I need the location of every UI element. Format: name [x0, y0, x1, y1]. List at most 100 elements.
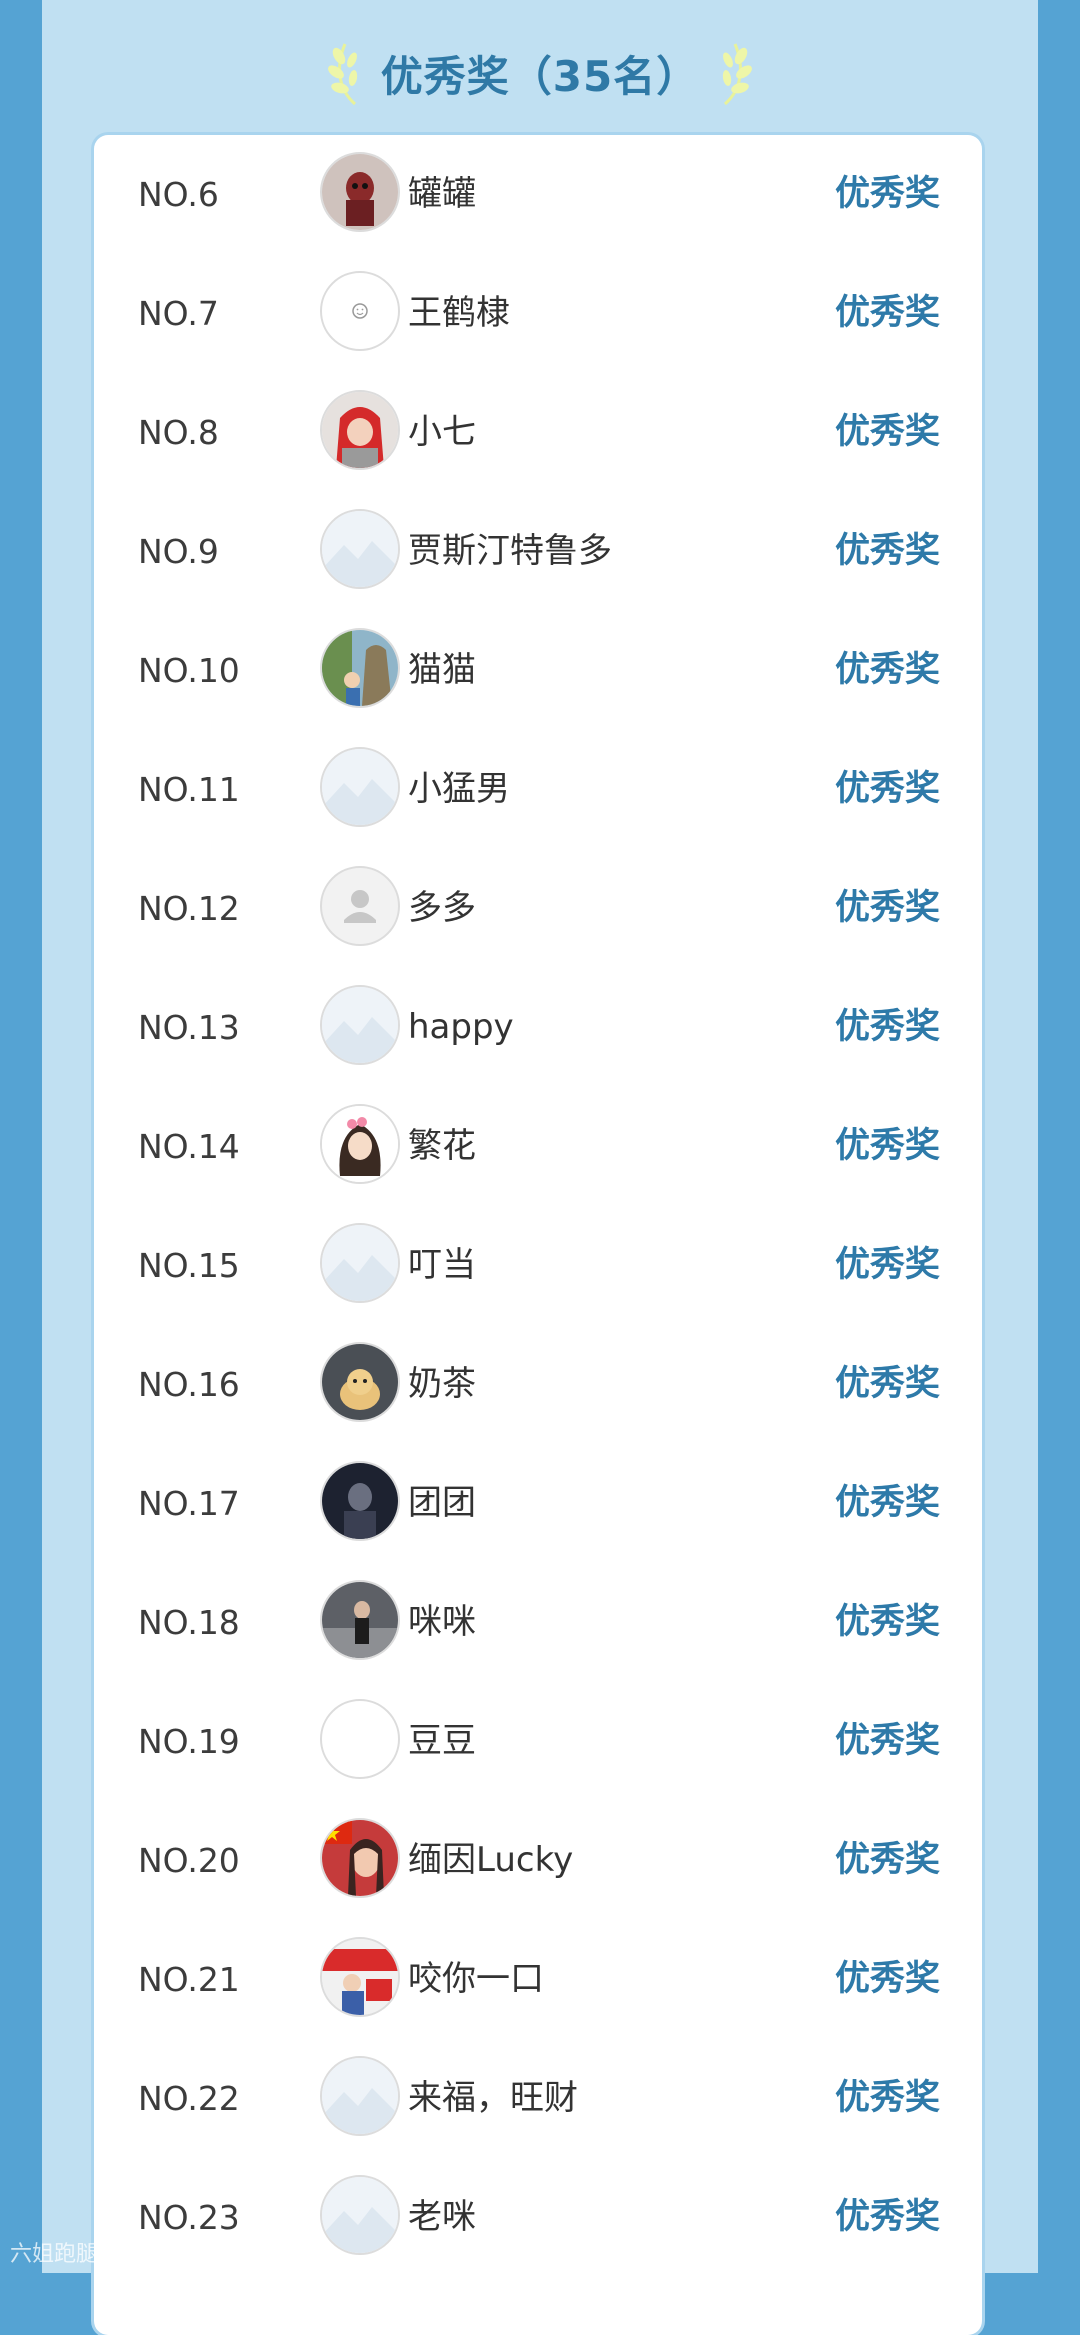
section-title: 优秀奖（35名） [380, 51, 700, 101]
avatar [320, 1223, 400, 1303]
rank-label: NO.11 [138, 770, 240, 809]
avatar-image [322, 392, 398, 468]
avatar [320, 1104, 400, 1184]
avatar [320, 985, 400, 1065]
winner-row: NO.6 罐罐 优秀奖 [94, 135, 982, 254]
winner-name: 小猛男 [408, 769, 510, 809]
avatar-image [322, 154, 398, 230]
award-label: 优秀奖 [834, 650, 940, 690]
award-label: 优秀奖 [834, 174, 940, 214]
avatar [320, 390, 400, 470]
award-label: 优秀奖 [834, 1959, 940, 1999]
rank-label: NO.23 [138, 2198, 240, 2237]
landscape-placeholder-icon [322, 2058, 398, 2134]
winner-row: NO.14 繁花 优秀奖 [94, 1087, 982, 1206]
winner-row: NO.15 叮当 优秀奖 [94, 1206, 982, 1325]
winner-name: 缅因Lucky [408, 1840, 574, 1880]
award-label: 优秀奖 [834, 1483, 940, 1523]
rank-label: NO.12 [138, 889, 240, 928]
landscape-placeholder-icon [322, 749, 398, 825]
award-label: 优秀奖 [834, 2078, 940, 2118]
winner-row: NO.11 小猛男 优秀奖 [94, 730, 982, 849]
landscape-placeholder-icon [322, 987, 398, 1063]
winner-row: NO.18 咪咪 优秀奖 [94, 1563, 982, 1682]
winner-row: NO.7 王鹤棣 优秀奖 [94, 254, 982, 373]
winner-name: 来福，旺财 [408, 2078, 578, 2118]
avatar [320, 1580, 400, 1660]
avatar [320, 1937, 400, 2017]
winner-name: 贾斯汀特鲁多 [408, 531, 612, 571]
winner-row: NO.21 咬你一口 优秀奖 [94, 1920, 982, 2039]
avatar-image [322, 630, 398, 706]
person-placeholder-icon [344, 890, 376, 923]
avatar-image [322, 1106, 398, 1182]
award-label: 优秀奖 [834, 888, 940, 928]
award-label: 优秀奖 [834, 1602, 940, 1642]
award-panel: 优秀奖（35名） NO.6 罐罐 优秀奖 NO.7 王鹤棣 优秀奖 NO.8 小… [42, 0, 1038, 2335]
section-header: 优秀奖（35名） [42, 28, 1038, 118]
winner-name: happy [408, 1007, 514, 1047]
award-label: 优秀奖 [834, 1245, 940, 1285]
award-label: 优秀奖 [834, 769, 940, 809]
rank-label: NO.10 [138, 651, 240, 690]
rank-label: NO.9 [138, 532, 219, 571]
winner-name: 老咪 [408, 2197, 476, 2237]
winner-row: NO.13 happy 优秀奖 [94, 968, 982, 1087]
winner-row: NO.20 缅因Lucky 优秀奖 [94, 1801, 982, 1920]
avatar-image [322, 1582, 398, 1658]
winner-name: 小七 [408, 412, 476, 452]
winner-row: NO.17 团团 优秀奖 [94, 1444, 982, 1563]
winner-row: NO.12 多多 优秀奖 [94, 849, 982, 968]
award-label: 优秀奖 [834, 2197, 940, 2237]
avatar-image [322, 1939, 398, 2015]
landscape-placeholder-icon [322, 2177, 398, 2253]
winner-name: 猫猫 [408, 650, 476, 690]
winner-name: 咬你一口 [408, 1959, 544, 1999]
award-label: 优秀奖 [834, 1126, 940, 1166]
avatar-image [322, 1820, 398, 1896]
winner-row: NO.19 豆豆 优秀奖 [94, 1682, 982, 1801]
winner-row: NO.9 贾斯汀特鲁多 优秀奖 [94, 492, 982, 611]
rank-label: NO.13 [138, 1008, 240, 1047]
award-label: 优秀奖 [834, 1840, 940, 1880]
winner-name: 叮当 [408, 1245, 476, 1285]
avatar [320, 628, 400, 708]
rank-label: NO.6 [138, 175, 219, 214]
rank-label: NO.18 [138, 1603, 240, 1642]
award-label: 优秀奖 [834, 293, 940, 333]
avatar-image [322, 1344, 398, 1420]
rank-label: NO.21 [138, 1960, 240, 1999]
winner-name: 团团 [408, 1483, 476, 1523]
award-label: 优秀奖 [834, 1364, 940, 1404]
award-label: 优秀奖 [834, 1721, 940, 1761]
avatar [320, 152, 400, 232]
winner-name: 多多 [408, 888, 476, 928]
avatar [320, 1461, 400, 1541]
winner-row: NO.16 奶茶 优秀奖 [94, 1325, 982, 1444]
avatar [320, 866, 400, 946]
landscape-placeholder-icon [322, 511, 398, 587]
rank-label: NO.22 [138, 2079, 240, 2118]
winner-name: 豆豆 [408, 1721, 476, 1761]
avatar [320, 2175, 400, 2255]
rank-label: NO.20 [138, 1841, 240, 1880]
avatar [320, 747, 400, 827]
laurel-right-icon [723, 43, 753, 106]
winner-list-card: NO.6 罐罐 优秀奖 NO.7 王鹤棣 优秀奖 NO.8 小七 优秀奖 NO.… [94, 135, 982, 2335]
winner-name: 咪咪 [408, 1602, 476, 1642]
winner-name: 奶茶 [408, 1364, 476, 1404]
winner-row: NO.22 来福，旺财 优秀奖 [94, 2039, 982, 2158]
award-label: 优秀奖 [834, 412, 940, 452]
winner-name: 罐罐 [408, 174, 476, 214]
winner-row: NO.23 老咪 优秀奖 [94, 2158, 982, 2277]
landscape-placeholder-icon [322, 1225, 398, 1301]
award-label: 优秀奖 [834, 1007, 940, 1047]
winner-row: NO.10 猫猫 优秀奖 [94, 611, 982, 730]
laurel-left-icon [327, 43, 357, 106]
rank-label: NO.19 [138, 1722, 240, 1761]
avatar [320, 509, 400, 589]
rank-label: NO.16 [138, 1365, 240, 1404]
winner-name: 繁花 [408, 1126, 476, 1166]
avatar-image [322, 1463, 398, 1539]
avatar [320, 2056, 400, 2136]
